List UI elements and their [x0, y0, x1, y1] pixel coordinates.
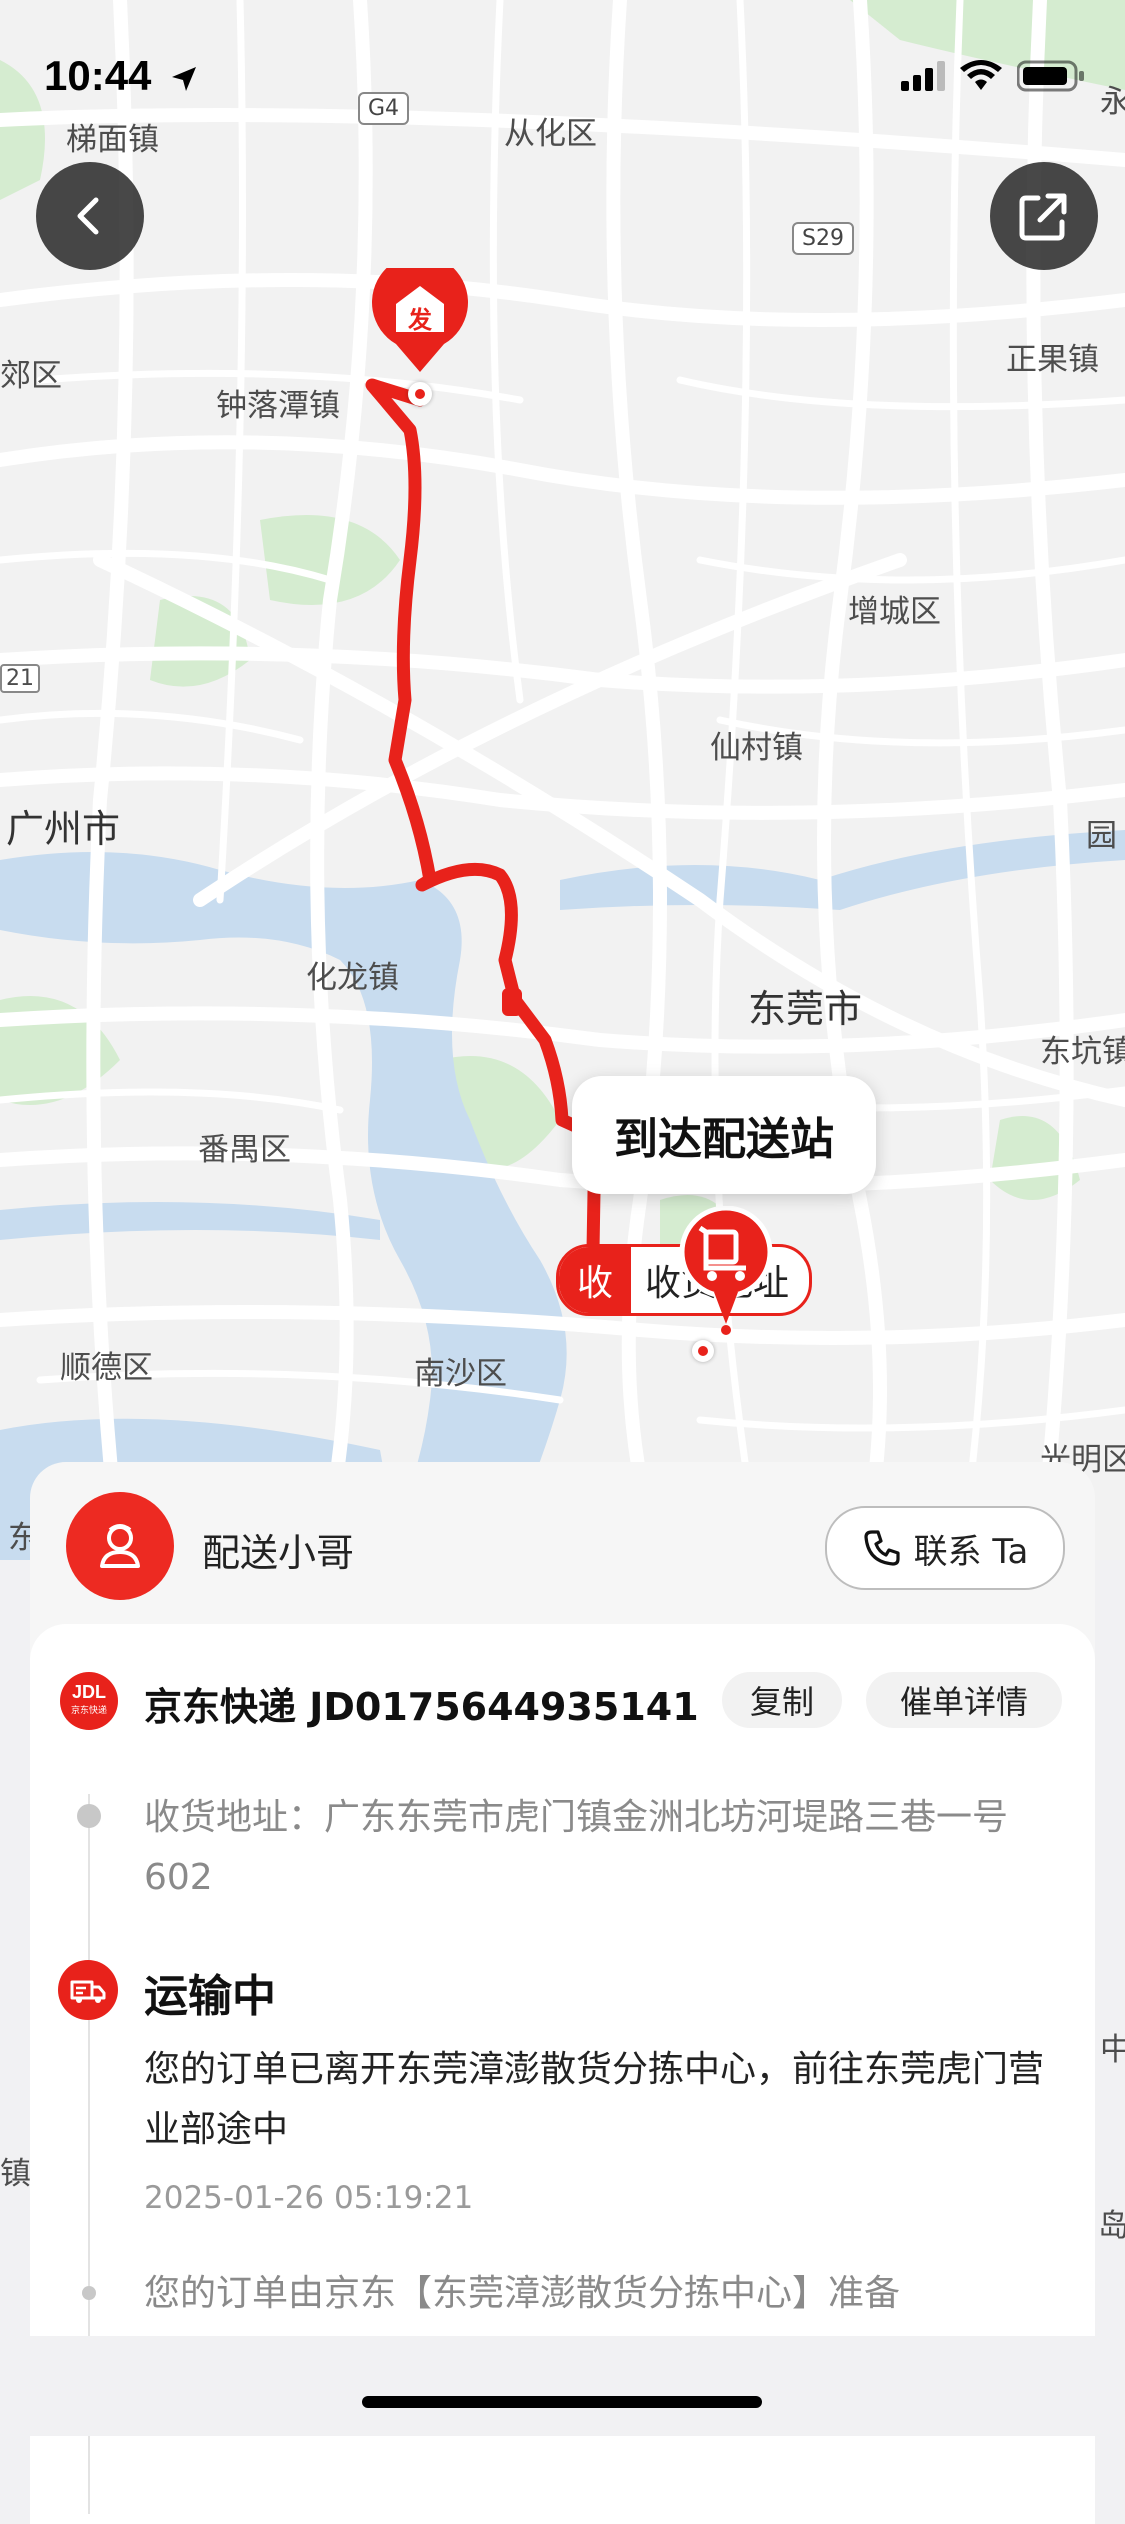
origin-marker[interactable]: 发: [370, 254, 470, 406]
route-map[interactable]: 梯面镇 从化区 钟落潭镇 正果镇 增城区 仙村镇 广州市 东莞市 化龙镇 番禺区…: [0, 0, 1125, 2244]
tracking-number: 京东快递 JD0175644935141: [144, 1685, 699, 1729]
status-icons: [901, 60, 1085, 92]
previous-event-description: 您的订单由京东【东莞漳澎散货分拣中心】准备: [144, 2273, 901, 2314]
road-badge: S29: [792, 222, 854, 255]
copy-button[interactable]: 复制: [722, 1672, 842, 1728]
signal-icon: [901, 61, 945, 91]
delivery-address: 收货地址：广东东莞市虎门镇金洲北坊河堤路三巷一号602: [144, 1797, 1009, 1898]
road-badge: 21: [0, 664, 40, 693]
share-button[interactable]: [990, 162, 1098, 270]
map-label: 岛: [1098, 2208, 1125, 2244]
map-label: 东莞市: [748, 987, 863, 1031]
map-label: 中: [1100, 2032, 1125, 2068]
clock: 10:44: [44, 52, 152, 99]
transit-status-icon: [58, 1960, 118, 2020]
courier-avatar[interactable]: [66, 1492, 174, 1600]
map-label: 正果镇: [1006, 342, 1099, 378]
map-label: 镇: [0, 2156, 31, 2192]
destination-dot: [692, 1340, 714, 1362]
origin-dot: [408, 382, 432, 406]
status-time: 10:44: [44, 52, 199, 100]
status-title: 运输中: [144, 1971, 276, 2022]
map-label: 仙村镇: [710, 730, 803, 766]
phone-icon: [863, 1530, 900, 1566]
home-indicator[interactable]: [362, 2396, 762, 2408]
contact-button-label: 联系 Ta: [913, 1531, 1029, 1572]
map-label: 番禺区: [198, 1132, 291, 1168]
map-label: 化龙镇: [306, 960, 399, 996]
jdl-logo-sub: 京东快递: [70, 1705, 107, 1715]
map-label: 钟落潭镇: [216, 388, 340, 424]
map-label: 顺德区: [60, 1350, 153, 1386]
back-icon: [77, 197, 99, 235]
contact-button[interactable]: 联系 Ta: [825, 1506, 1065, 1590]
map-label: 东坑镇: [1040, 1034, 1125, 1070]
location-arrow-icon: [172, 66, 197, 91]
map-label: 郊区: [0, 358, 62, 394]
map-label: 园: [1086, 818, 1117, 854]
jdl-logo-text: JDL: [71, 1682, 106, 1702]
bottom-safe-area: [0, 2336, 1125, 2436]
destination-tag-prefix: 收: [559, 1247, 632, 1313]
courier-marker[interactable]: [676, 1205, 776, 1336]
status-description: 您的订单已离开东莞漳澎散货分拣中心，前往东莞虎门营业部途中: [144, 2049, 1045, 2150]
wifi-icon: [960, 60, 1002, 90]
urge-detail-button[interactable]: 催单详情: [866, 1672, 1062, 1728]
status-timestamp: 2025-01-26 05:19:21: [144, 2180, 474, 2216]
map-canvas: [0, 0, 1125, 1567]
share-icon: [1019, 193, 1067, 241]
courier-row: 配送小哥 联系 Ta: [30, 1462, 1095, 1622]
delivery-panel: 配送小哥 联系 Ta JDL 京东快递 京东快递 JD0175644935141…: [30, 1462, 1095, 2524]
back-button[interactable]: [36, 162, 144, 270]
map-label: 广州市: [6, 807, 121, 851]
courier-label: 配送小哥: [202, 1531, 355, 1575]
map-label: 增城区: [848, 594, 941, 630]
battery-icon: [1017, 60, 1084, 92]
courier-avatar-icon: [100, 1524, 140, 1568]
origin-marker-label: 发: [408, 306, 432, 334]
timeline-dot: [77, 1804, 101, 1828]
map-label: 南沙区: [414, 1356, 507, 1392]
jdl-logo: JDL 京东快递: [60, 1672, 118, 1730]
status-bar: 10:44: [0, 0, 1125, 140]
timeline-dot: [82, 2286, 96, 2300]
status-bubble: 到达配送站: [572, 1076, 876, 1194]
cart-icon: [679, 1205, 773, 1335]
truck-icon: [70, 1980, 106, 2003]
